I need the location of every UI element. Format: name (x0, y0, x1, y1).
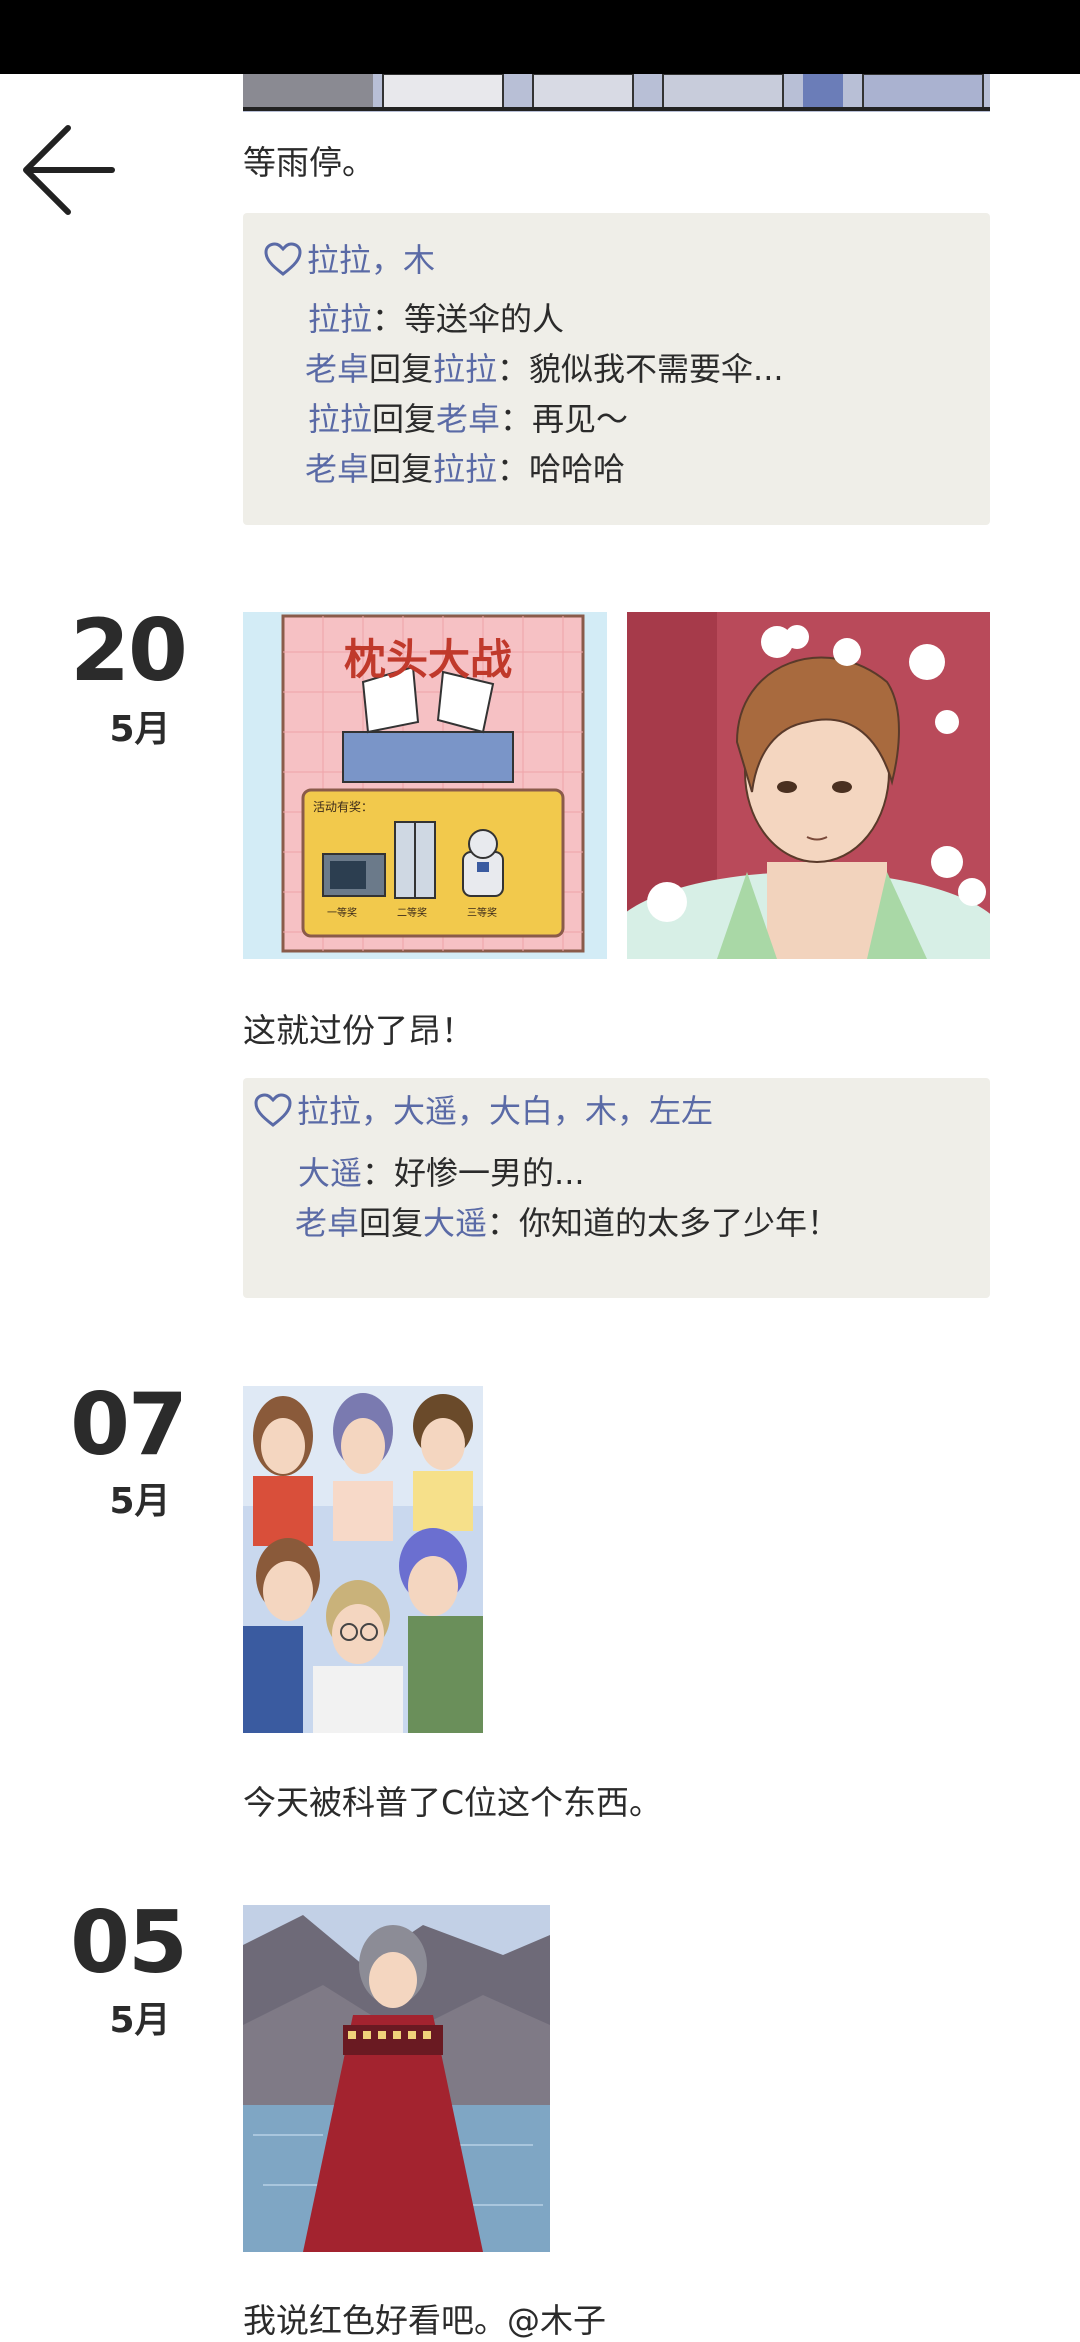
reply-word: 回复 (369, 350, 434, 388)
comment-user[interactable]: 老卓 (305, 350, 369, 388)
likes-names: 拉拉，大遥，大白，木，左左 (297, 1092, 714, 1130)
poster-prize-2: 二等奖 (397, 908, 427, 919)
back-button[interactable] (18, 118, 122, 222)
post-date-day: 20 (70, 601, 188, 701)
post-text: 今天被科普了C位这个东西。 (243, 1783, 663, 1822)
status-bar (0, 0, 1080, 74)
comment-row[interactable]: 老卓回复拉拉：哈哈哈 (305, 444, 625, 490)
comment-row[interactable]: 老卓回复拉拉：貌似我不需要伞... (305, 344, 784, 390)
post-date-day: 07 (70, 1375, 188, 1475)
arrow-left-icon (23, 125, 115, 215)
poster-subtitle: 活动有奖： (313, 800, 374, 814)
reply-target[interactable]: 拉拉 (433, 450, 497, 488)
comment-box: 拉拉，木 拉拉：等送伞的人 老卓回复拉拉：貌似我不需要伞... 拉拉回复老卓：再… (243, 213, 990, 525)
comment-text: ：再见～ (500, 400, 629, 438)
comment-user[interactable]: 老卓 (305, 450, 369, 488)
comment-user[interactable]: 拉拉 (308, 400, 372, 438)
likes-line[interactable]: 拉拉，木 (263, 235, 435, 281)
heart-outline-icon (263, 241, 303, 277)
comment-row[interactable]: 拉拉回复老卓：再见～ (308, 394, 628, 440)
comment-row[interactable]: 老卓回复大遥：你知道的太多了少年！ (295, 1198, 839, 1244)
post-date-month: 5月 (109, 1481, 171, 1522)
post-image-red-cloak-girl[interactable] (243, 1905, 550, 2252)
post-date-month: 5月 (109, 709, 171, 750)
reply-word: 回复 (359, 1204, 424, 1242)
post-date-month: 5月 (109, 2000, 171, 2041)
reply-target[interactable]: 大遥 (423, 1204, 487, 1242)
post-image-boy-bath[interactable] (627, 612, 990, 959)
comment-user[interactable]: 大遥 (298, 1154, 362, 1192)
reply-target[interactable]: 拉拉 (433, 350, 497, 388)
likes-names: 拉拉，木 (307, 241, 436, 279)
comment-text: ：好惨一男的... (362, 1154, 585, 1192)
reply-word: 回复 (369, 450, 434, 488)
heart-outline-icon (253, 1092, 293, 1128)
comment-row[interactable]: 大遥：好惨一男的... (298, 1148, 585, 1194)
poster-title: 枕头大战 (343, 635, 512, 684)
comment-text: ：等送伞的人 (372, 300, 565, 338)
reply-word: 回复 (372, 400, 437, 438)
comment-text: ：哈哈哈 (497, 450, 626, 488)
comment-row[interactable]: 拉拉：等送伞的人 (308, 294, 564, 340)
post-text: 等雨停。 (243, 143, 375, 182)
likes-line[interactable]: 拉拉，大遥，大白，木，左左 (253, 1086, 713, 1132)
reply-target[interactable]: 老卓 (436, 400, 500, 438)
poster-prize-3: 三等奖 (467, 908, 497, 919)
comment-text: ：你知道的太多了少年！ (487, 1204, 840, 1242)
post-text: 这就过份了昂！ (243, 1011, 474, 1050)
post-date-day: 05 (70, 1893, 188, 1993)
comment-box: 拉拉，大遥，大白，木，左左 大遥：好惨一男的... 老卓回复大遥：你知道的太多了… (243, 1078, 990, 1298)
comment-user[interactable]: 老卓 (295, 1204, 359, 1242)
post-image-cropped[interactable] (243, 74, 990, 112)
comment-user[interactable]: 拉拉 (308, 300, 372, 338)
post-image-group-photo[interactable] (243, 1386, 483, 1733)
poster-prize-1: 一等奖 (327, 908, 357, 919)
comment-text: ：貌似我不需要伞... (497, 350, 784, 388)
post-text: 我说红色好看吧。@木子 (243, 2301, 606, 2340)
post-image-pillow-fight-poster[interactable]: 枕头大战 活动有奖： 一等奖 二等奖 三等奖 (243, 612, 607, 959)
